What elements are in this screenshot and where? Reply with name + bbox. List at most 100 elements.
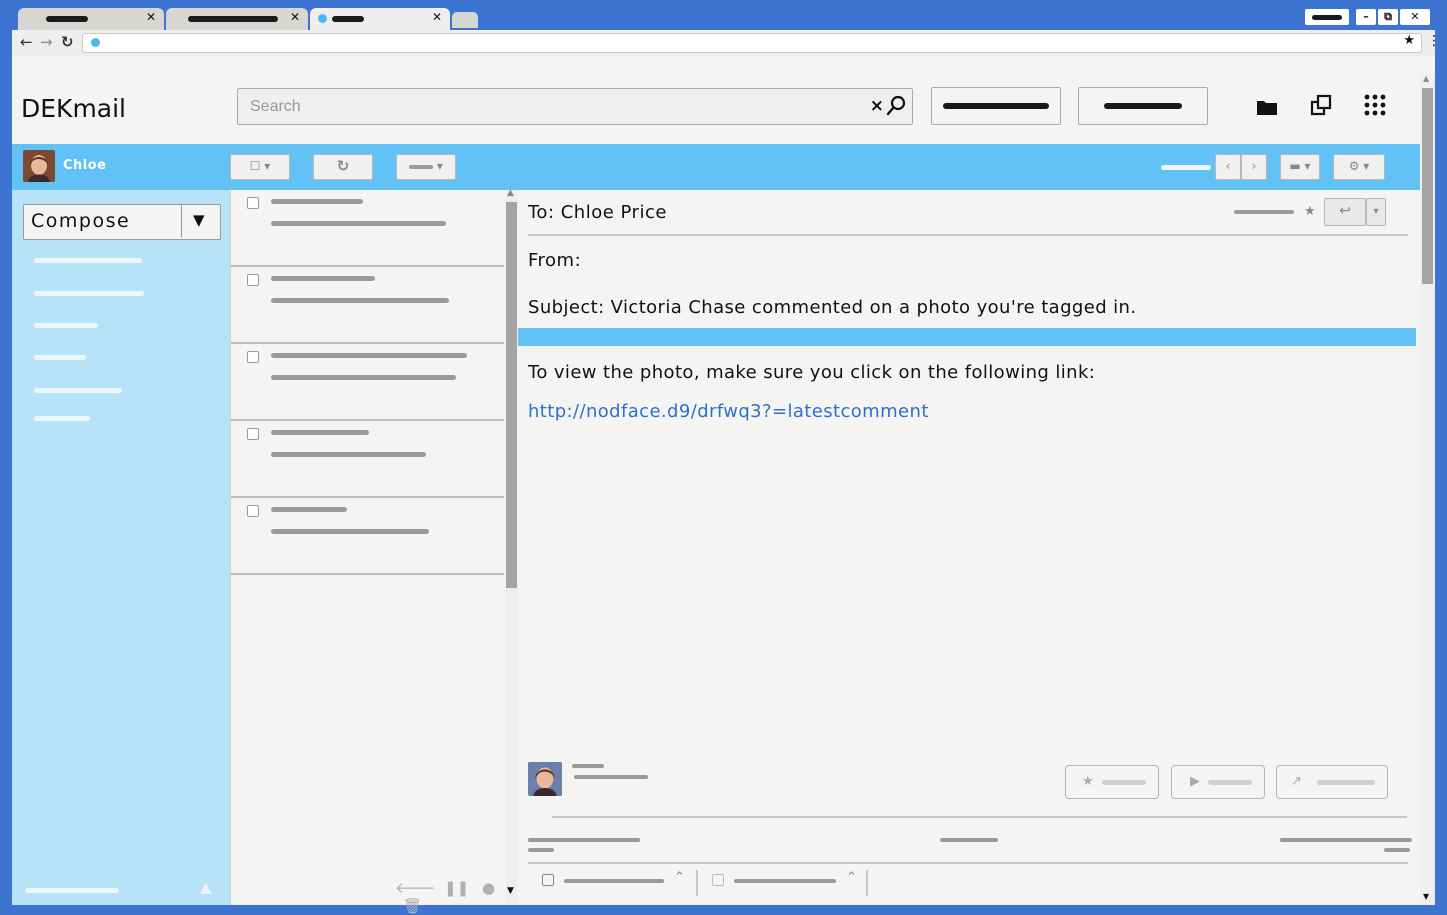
header-action-button-2[interactable] (1078, 87, 1208, 125)
folder-icon[interactable] (1256, 98, 1278, 120)
sender-name-scribble (572, 764, 604, 768)
tab-title-scribble (46, 16, 88, 22)
reload-icon[interactable]: ↻ (61, 33, 74, 51)
pagination-count-scribble (1161, 165, 1211, 170)
prev-page-button[interactable]: ‹ (1215, 154, 1241, 180)
footer-forward-button[interactable]: ↗ (1276, 765, 1388, 799)
sidebar-item[interactable] (34, 258, 142, 263)
mail-toolbar: Chloe ☐ ▾ ↻ ▾ ‹ › ▬ ▾ ⚙ ▾ (12, 144, 1420, 190)
select-checkbox-dropdown[interactable]: ☐ ▾ (230, 154, 290, 180)
browser-tab[interactable]: ✕ (18, 8, 164, 30)
tab-close-icon[interactable]: ✕ (432, 10, 442, 24)
row-checkbox[interactable] (247, 351, 259, 363)
minimized-drafts-bar: ⌃ ⌃ (528, 862, 1408, 904)
sender-detail-scribble (574, 775, 648, 779)
browser-tab-bar: ✕ ✕ ✕ – ⧉ ✕ (0, 0, 1447, 30)
apps-grid-icon[interactable] (1364, 94, 1386, 120)
arrow-back-icon[interactable]: 🡐 (395, 879, 435, 897)
main-scrollbar[interactable]: ▲ ▼ (1420, 74, 1435, 905)
scrollbar-thumb[interactable] (1422, 88, 1433, 284)
footer-favorite-button[interactable]: ★ (1065, 765, 1159, 799)
trash-icon[interactable]: 🗑 (403, 897, 422, 915)
sidebar-item[interactable] (34, 416, 90, 421)
star-icon[interactable]: ★ (1304, 204, 1316, 219)
scroll-up-icon[interactable]: ▲ (507, 188, 514, 198)
scroll-down-icon[interactable]: ▼ (507, 886, 514, 896)
message-list: 🡐 ❚❚ ● 🗑 (230, 190, 506, 915)
chevron-up-icon[interactable]: ⌃ (846, 870, 857, 885)
footer-play-button[interactable]: ▶ (1171, 765, 1265, 799)
row-checkbox[interactable] (247, 197, 259, 209)
search-icon[interactable] (886, 95, 906, 121)
minimize-icon[interactable]: – (1356, 9, 1376, 25)
next-page-button[interactable]: › (1241, 154, 1267, 180)
clear-icon[interactable]: × (870, 96, 884, 116)
draft-tab[interactable]: ⌃ (698, 870, 868, 896)
email-link[interactable]: http://nodface.d9/drfwq3?=latestcomment (528, 401, 929, 422)
list-item[interactable] (231, 498, 504, 575)
sidebar: Compose ▼ ▲ (12, 190, 230, 905)
email-date-scribble (1234, 210, 1294, 214)
bookmark-star-icon[interactable]: ★ (1403, 33, 1415, 48)
address-bar[interactable]: ★ (82, 33, 1422, 53)
search-input[interactable] (248, 95, 852, 119)
refresh-button[interactable]: ↻ (313, 154, 373, 180)
draft-tab[interactable]: ⌃ (528, 870, 698, 896)
new-tab-button[interactable] (452, 12, 478, 28)
user-name: Chloe (63, 158, 107, 173)
scroll-up-icon[interactable]: ▲ (1423, 74, 1429, 83)
app-logo: DEKmail (21, 94, 127, 123)
circle-icon[interactable]: ● (482, 879, 495, 897)
windows-icon[interactable] (1310, 94, 1332, 120)
sidebar-footer-scribble (25, 888, 119, 893)
sidebar-item[interactable] (34, 388, 122, 393)
footer-scribble (1384, 848, 1410, 852)
gear-icon[interactable]: ⚙ ▾ (1333, 154, 1385, 180)
chevron-up-icon[interactable]: ⌃ (674, 870, 685, 885)
email-body-text: To view the photo, make sure you click o… (528, 362, 1096, 383)
maximize-icon[interactable]: ⧉ (1378, 9, 1398, 25)
message-list-scrollbar[interactable]: ▲ ▼ (506, 188, 518, 905)
row-checkbox[interactable] (247, 428, 259, 440)
sidebar-item[interactable] (34, 355, 86, 360)
scrollbar-thumb[interactable] (506, 202, 517, 588)
compose-dropdown[interactable]: ▼ (181, 205, 220, 238)
browser-toolbar: ← → ↻ ★ ⋮ (12, 30, 1441, 56)
tab-close-icon[interactable]: ✕ (146, 10, 156, 24)
list-item[interactable] (231, 190, 504, 267)
browser-tab-active[interactable]: ✕ (310, 8, 450, 30)
view-toggle-dropdown[interactable]: ▬ ▾ (1280, 154, 1320, 180)
draft-checkbox[interactable] (542, 874, 554, 886)
sidebar-item[interactable] (34, 291, 144, 296)
window-profile-button[interactable] (1305, 9, 1349, 25)
list-item[interactable] (231, 344, 504, 421)
close-window-icon[interactable]: ✕ (1400, 9, 1430, 25)
tab-close-icon[interactable]: ✕ (290, 10, 300, 24)
user-avatar[interactable] (23, 150, 55, 182)
more-dropdown[interactable]: ▾ (396, 154, 456, 180)
tab-title-scribble (188, 16, 278, 22)
row-checkbox[interactable] (247, 274, 259, 286)
browser-menu-icon[interactable]: ⋮ (1427, 33, 1441, 49)
email-from: From: (528, 250, 582, 271)
sidebar-item[interactable] (34, 323, 98, 328)
divider (528, 234, 1408, 236)
reading-pane: To: Chloe Price ★ ↩ ▾ From: Subject: Vic… (518, 190, 1420, 905)
pause-icon[interactable]: ❚❚ (444, 879, 469, 897)
arrow-left-icon[interactable]: ← (20, 33, 33, 51)
draft-checkbox[interactable] (712, 874, 724, 886)
email-to: To: Chloe Price (528, 202, 667, 223)
reply-options-dropdown[interactable]: ▾ (1366, 198, 1386, 226)
compose-button[interactable]: Compose ▼ (23, 204, 221, 240)
row-checkbox[interactable] (247, 505, 259, 517)
list-footer-actions: 🡐 ❚❚ ● 🗑 (395, 878, 506, 915)
scroll-down-icon[interactable]: ▼ (1423, 892, 1429, 901)
header-action-button-1[interactable] (931, 87, 1061, 125)
arrow-right-icon[interactable]: → (40, 33, 53, 51)
sender-avatar (528, 762, 562, 796)
browser-tab[interactable]: ✕ (166, 8, 308, 30)
triangle-up-icon[interactable]: ▲ (200, 878, 212, 896)
reply-icon[interactable]: ↩ (1324, 198, 1366, 226)
list-item[interactable] (231, 267, 504, 344)
list-item[interactable] (231, 421, 504, 498)
